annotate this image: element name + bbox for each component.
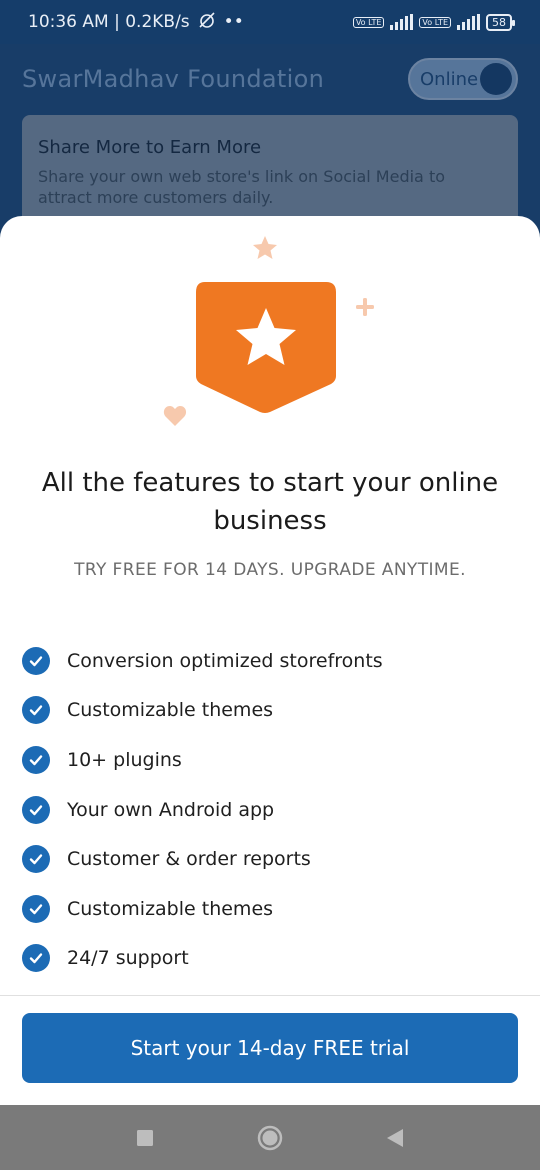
feature-label: Customizable themes	[67, 897, 274, 920]
status-bar: 10:36 AM | 0.2KB/s •• Vo LTE Vo LTE 58	[0, 0, 540, 44]
alarm-off-icon	[198, 11, 216, 34]
check-circle-icon	[22, 696, 50, 725]
feature-list: Conversion optimized storefronts Customi…	[22, 636, 512, 983]
feature-label: Your own Android app	[67, 798, 275, 821]
feature-item: Customizable themes	[22, 884, 512, 934]
feature-item: Customer & order reports	[22, 834, 512, 884]
battery-icon: 58	[486, 13, 515, 31]
circle-icon[interactable]	[255, 1123, 285, 1153]
divider	[0, 995, 540, 996]
star-badge-icon	[196, 282, 336, 413]
status-time: 10:36 AM | 0.2KB/s	[28, 12, 190, 32]
check-circle-icon	[22, 745, 50, 774]
plus-sparkle-icon	[356, 298, 374, 316]
check-circle-icon	[22, 795, 50, 824]
feature-label: Customer & order reports	[67, 848, 311, 871]
check-circle-icon	[22, 646, 50, 675]
feature-item: 24/7 support	[22, 934, 512, 984]
check-circle-icon	[22, 894, 50, 923]
sparkle-star-icon	[253, 236, 277, 259]
heart-icon	[163, 406, 187, 426]
start-trial-button[interactable]: Start your 14-day FREE trial	[22, 1013, 518, 1083]
hero-illustration	[0, 236, 540, 436]
volte-icon: Vo LTE	[352, 16, 385, 28]
more-dots-icon: ••	[223, 12, 244, 32]
feature-label: Customizable themes	[67, 699, 274, 722]
upgrade-bottom-sheet: All the features to start your online bu…	[0, 216, 540, 1105]
sheet-headline: All the features to start your online bu…	[41, 468, 499, 536]
feature-item: 10+ plugins	[22, 735, 512, 785]
volte-icon-2: Vo LTE	[419, 16, 451, 28]
check-circle-icon	[22, 845, 50, 874]
feature-item: Your own Android app	[22, 785, 512, 835]
check-circle-icon	[22, 944, 50, 973]
system-nav-bar	[0, 1105, 540, 1170]
feature-label: 24/7 support	[67, 947, 189, 970]
signal-icon-2	[457, 14, 480, 30]
feature-label: Conversion optimized storefronts	[67, 649, 383, 672]
sheet-subhead: TRY FREE FOR 14 DAYS. UPGRADE ANYTIME.	[74, 560, 466, 580]
feature-label: 10+ plugins	[67, 748, 182, 771]
feature-item: Conversion optimized storefronts	[22, 636, 512, 686]
square-icon[interactable]	[130, 1123, 160, 1153]
back-triangle-icon[interactable]	[380, 1123, 410, 1153]
feature-item: Customizable themes	[22, 686, 512, 736]
signal-icon	[390, 14, 414, 30]
